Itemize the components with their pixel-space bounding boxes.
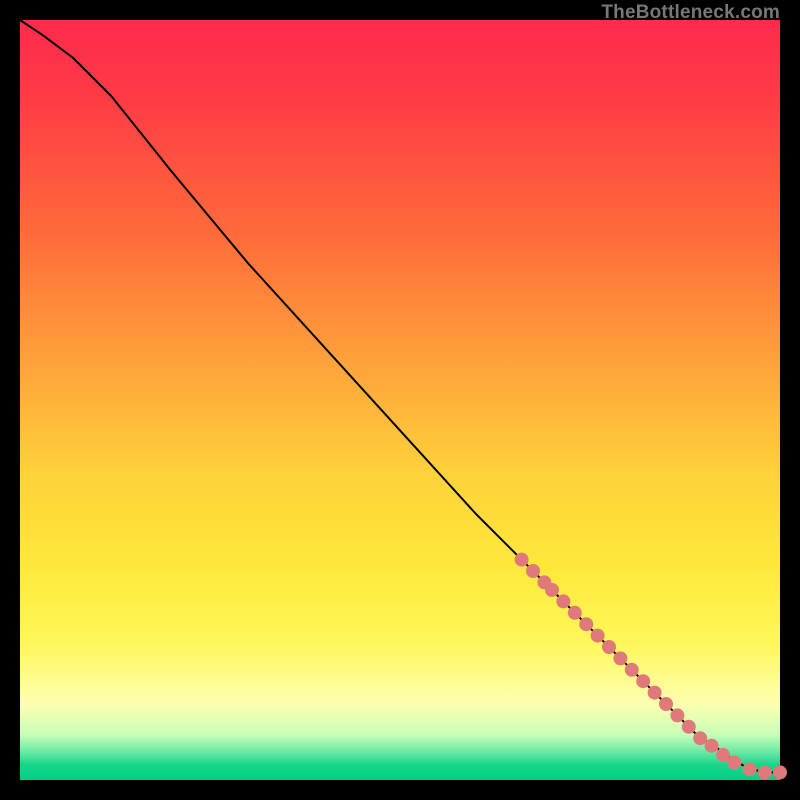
chart-marker: [743, 762, 757, 776]
chart-frame: TheBottleneck.com: [20, 20, 780, 780]
chart-marker: [625, 663, 639, 677]
chart-marker: [515, 553, 529, 567]
chart-marker: [727, 756, 741, 770]
chart-marker: [648, 686, 662, 700]
chart-marker: [545, 583, 559, 597]
chart-marker: [705, 739, 719, 753]
chart-markers: [515, 553, 787, 780]
chart-marker: [682, 720, 696, 734]
chart-marker: [758, 765, 772, 779]
chart-marker: [636, 674, 650, 688]
chart-curve: [20, 20, 780, 772]
chart-marker: [613, 651, 627, 665]
chart-marker: [579, 617, 593, 631]
chart-marker: [773, 765, 787, 779]
chart-marker: [659, 697, 673, 711]
chart-marker: [556, 594, 570, 608]
chart-marker: [591, 629, 605, 643]
chart-svg: [20, 20, 780, 780]
chart-marker: [526, 564, 540, 578]
chart-marker: [568, 606, 582, 620]
chart-marker: [716, 748, 730, 762]
chart-marker: [602, 640, 616, 654]
chart-marker: [670, 708, 684, 722]
chart-marker: [693, 731, 707, 745]
